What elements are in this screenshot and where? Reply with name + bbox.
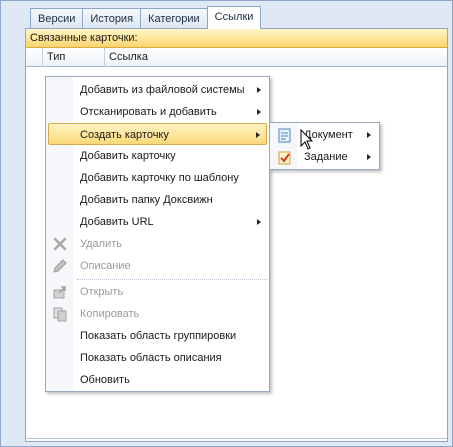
context-menu: Добавить из файловой системы Отсканирова…: [45, 76, 270, 392]
tab-links[interactable]: Ссылки: [206, 6, 262, 29]
menu-item-add-from-filesystem[interactable]: Добавить из файловой системы: [48, 79, 267, 101]
column-header-type[interactable]: Тип: [42, 48, 104, 67]
tab-categories[interactable]: Категории: [140, 8, 208, 29]
menu-item-add-docsvision-folder[interactable]: Добавить папку Доксвижн: [48, 189, 267, 211]
menu-item-label: Добавить карточку: [80, 150, 176, 162]
submenu-item-document[interactable]: Документ: [272, 125, 377, 146]
tab-strip: Версии История Категории Ссылки: [30, 6, 262, 29]
menu-item-label: Открыть: [80, 286, 124, 298]
menu-item-add-card[interactable]: Добавить карточку: [48, 145, 267, 167]
menu-item-label: Отсканировать и добавить: [80, 106, 217, 118]
menu-item-label: Добавить из файловой системы: [80, 84, 245, 96]
submenu-arrow-icon: [367, 132, 371, 138]
menu-item-copy[interactable]: Копировать: [48, 303, 267, 325]
grid-bottom-line: [26, 438, 447, 439]
open-icon: [52, 284, 68, 300]
menu-item-label: Удалить: [80, 238, 122, 250]
submenu-arrow-icon: [257, 219, 261, 225]
mouse-cursor-icon: [300, 128, 314, 151]
menu-item-open[interactable]: Открыть: [48, 281, 267, 303]
submenu-arrow-icon: [367, 154, 371, 160]
menu-item-label: Описание: [80, 260, 131, 272]
menu-item-label: Показать область описания: [80, 352, 222, 364]
grid-header: Тип Ссылка: [26, 48, 447, 67]
menu-item-add-url[interactable]: Добавить URL: [48, 211, 267, 233]
menu-item-label: Обновить: [80, 374, 130, 386]
row-indicator-header[interactable]: [26, 48, 42, 67]
tab-versions[interactable]: Версии: [30, 8, 84, 29]
pencil-icon: [52, 258, 68, 274]
submenu-arrow-icon: [257, 109, 261, 115]
document-icon: [277, 128, 292, 143]
submenu-item-task[interactable]: Задание: [272, 147, 377, 168]
menu-item-label: Создать карточку: [80, 129, 169, 141]
menu-item-scan-and-add[interactable]: Отсканировать и добавить: [48, 101, 267, 123]
task-icon: [277, 150, 292, 165]
submenu-arrow-icon: [257, 87, 261, 93]
copy-icon: [52, 306, 68, 322]
create-card-submenu: Документ Задание: [269, 122, 380, 170]
menu-item-create-card[interactable]: Создать карточку: [48, 123, 267, 145]
menu-item-add-card-from-template[interactable]: Добавить карточку по шаблону: [48, 167, 267, 189]
menu-item-label: Копировать: [80, 308, 140, 320]
menu-item-label: Добавить карточку по шаблону: [80, 172, 239, 184]
menu-item-description[interactable]: Описание: [48, 255, 267, 277]
menu-item-show-grouping-area[interactable]: Показать область группировки: [48, 325, 267, 347]
delete-icon: [52, 236, 68, 252]
tab-history[interactable]: История: [82, 8, 142, 29]
submenu-arrow-icon: [256, 132, 260, 138]
menu-item-label: Добавить папку Доксвижн: [80, 194, 213, 206]
menu-item-label: Добавить URL: [80, 216, 154, 228]
menu-separator: [77, 279, 267, 280]
column-header-link[interactable]: Ссылка: [104, 48, 447, 67]
menu-item-show-description-area[interactable]: Показать область описания: [48, 347, 267, 369]
group-header: Связанные карточки:: [26, 29, 447, 48]
menu-item-refresh[interactable]: Обновить: [48, 369, 267, 391]
menu-item-delete[interactable]: Удалить: [48, 233, 267, 255]
menu-item-label: Показать область группировки: [80, 330, 237, 342]
